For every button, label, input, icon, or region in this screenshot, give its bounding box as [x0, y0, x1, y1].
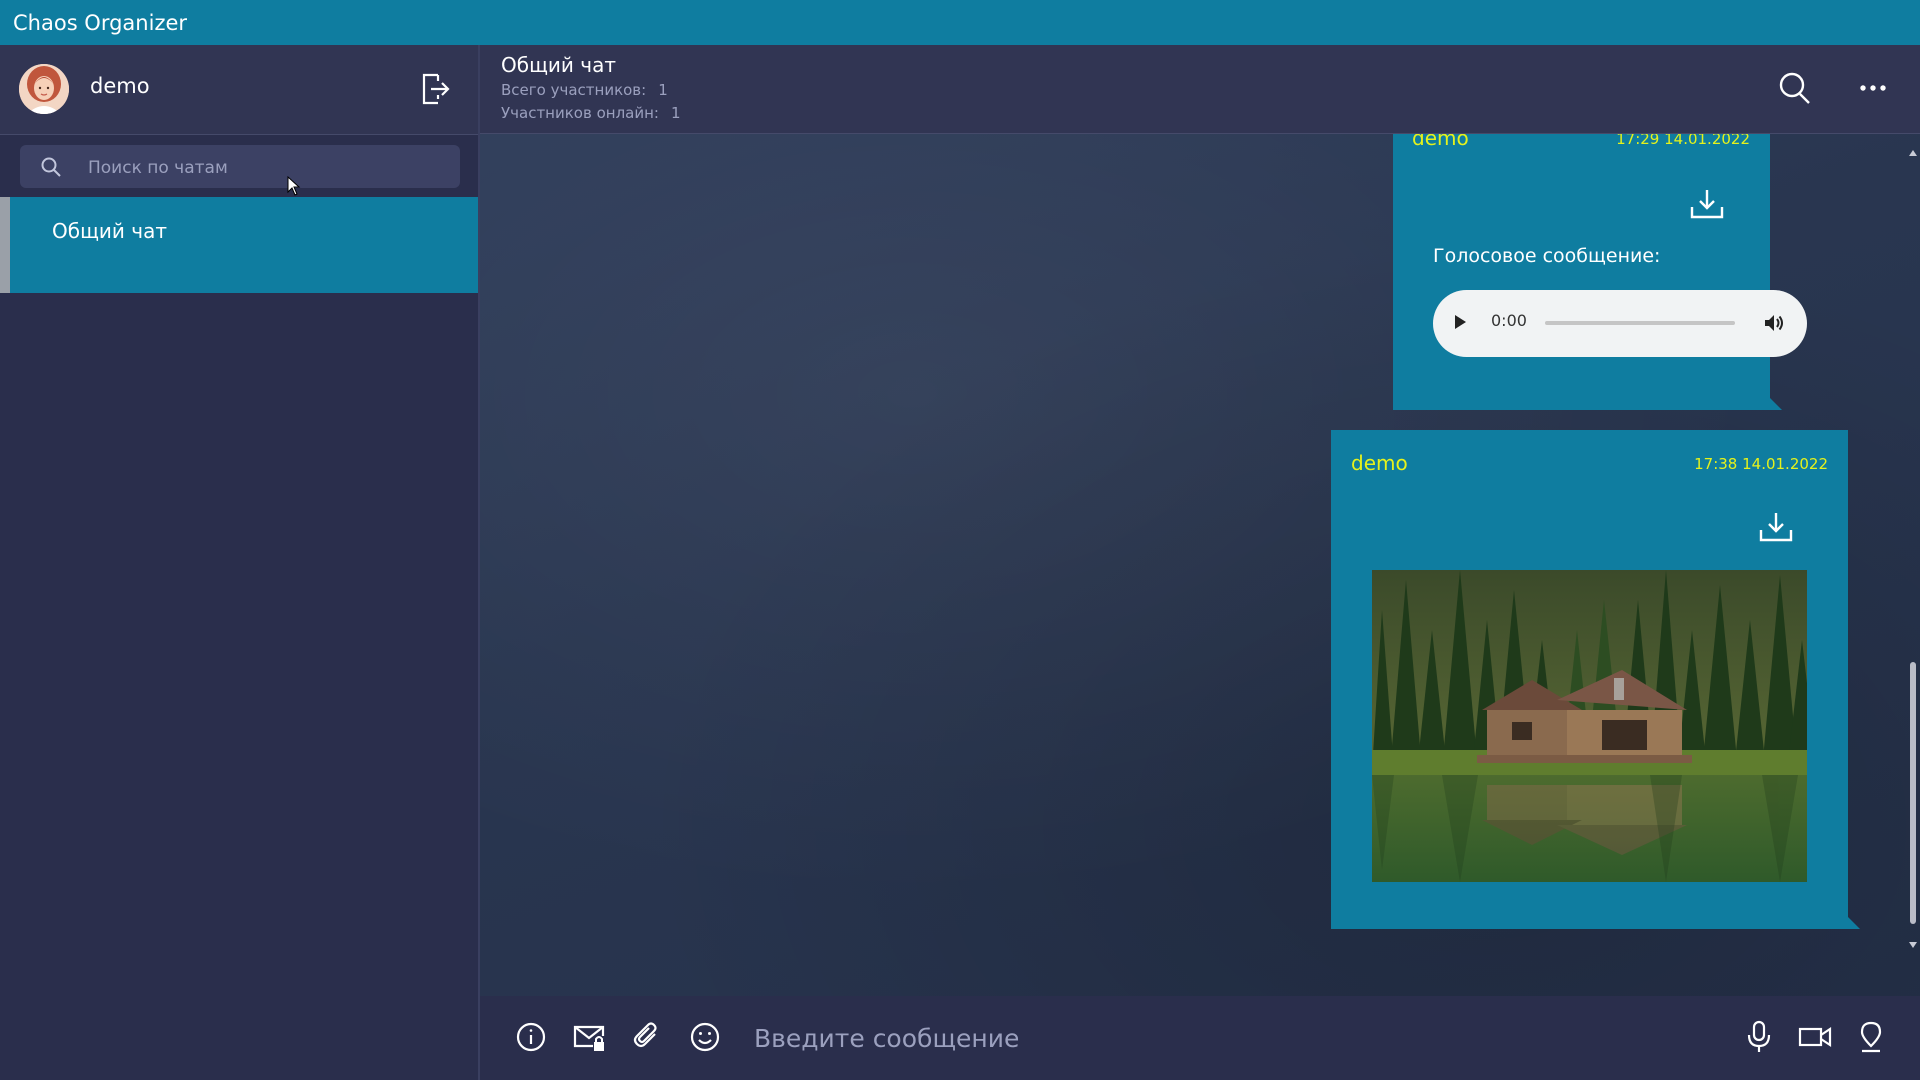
mouse-cursor-icon — [287, 176, 301, 196]
chat-search-input[interactable] — [86, 145, 450, 190]
bubble-tail — [1848, 917, 1860, 929]
play-icon[interactable] — [1453, 314, 1467, 330]
microphone-icon[interactable] — [1742, 1020, 1776, 1054]
total-members: Всего участников: 1 — [501, 81, 668, 99]
chat-search-bar — [20, 145, 460, 190]
search-icon[interactable] — [1778, 70, 1812, 106]
message-author: demo — [1412, 134, 1469, 150]
chat-list-item-label: Общий чат — [52, 219, 167, 243]
volume-icon[interactable] — [1763, 312, 1785, 334]
more-icon[interactable] — [1858, 77, 1888, 99]
messages-scrollbar[interactable] — [1906, 134, 1920, 948]
mail-lock-icon[interactable] — [572, 1020, 606, 1054]
username: demo — [90, 74, 150, 98]
app-titlebar: Chaos Organizer — [0, 0, 1920, 45]
online-members: Участников онлайн: 1 — [501, 104, 681, 122]
scrollbar-thumb[interactable] — [1910, 662, 1916, 924]
total-members-label: Всего участников: — [501, 81, 647, 99]
chat-list-item[interactable]: Общий чат — [0, 197, 478, 293]
sidebar: demo Общий чат — [0, 45, 480, 1080]
info-icon[interactable] — [514, 1020, 548, 1054]
scroll-up-arrow-icon[interactable] — [1909, 142, 1917, 156]
audio-player: 0:00 — [1433, 290, 1807, 357]
online-members-label: Участников онлайн: — [501, 104, 659, 122]
emoji-icon[interactable] — [688, 1020, 722, 1054]
message-bubble: demo 17:38 14.01.2022 — [1331, 430, 1860, 929]
total-members-value: 1 — [658, 81, 668, 99]
message-composer — [480, 996, 1920, 1080]
avatar — [19, 64, 69, 114]
audio-time: 0:00 — [1491, 311, 1527, 330]
voice-message-label: Голосовое сообщение: — [1433, 245, 1661, 267]
search-icon — [40, 156, 62, 178]
message-bubble: demo 17:29 14.01.2022 Голосовое сообщени… — [1393, 134, 1807, 410]
app-title: Chaos Organizer — [13, 10, 188, 35]
user-header: demo — [0, 45, 478, 135]
video-camera-icon[interactable] — [1798, 1020, 1832, 1054]
message-time: 17:29 14.01.2022 — [1616, 134, 1750, 148]
message-input[interactable] — [752, 1014, 1696, 1062]
message-author: demo — [1351, 451, 1408, 475]
chat-title: Общий чат — [501, 53, 616, 77]
bubble-tail — [1770, 398, 1782, 410]
audio-progress-bar[interactable] — [1545, 321, 1735, 325]
message-time: 17:38 14.01.2022 — [1694, 455, 1828, 473]
scroll-down-arrow-icon[interactable] — [1909, 934, 1917, 948]
logout-icon[interactable] — [420, 72, 450, 106]
download-icon[interactable] — [1689, 187, 1725, 221]
location-pin-icon[interactable] — [1854, 1020, 1888, 1054]
message-image[interactable] — [1372, 570, 1807, 882]
chat-header: Общий чат Всего участников: 1 Участников … — [480, 45, 1920, 134]
online-members-value: 1 — [670, 104, 681, 122]
download-icon[interactable] — [1758, 510, 1794, 544]
messages-area: demo 17:29 14.01.2022 Голосовое сообщени… — [480, 134, 1920, 996]
paperclip-icon[interactable] — [630, 1020, 664, 1054]
